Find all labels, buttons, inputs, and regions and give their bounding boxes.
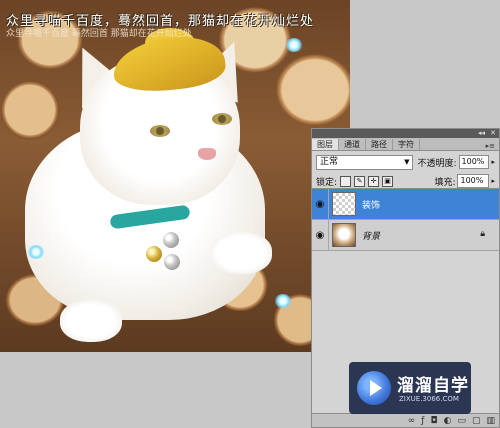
opacity-input[interactable]: 100%: [458, 155, 490, 169]
butterfly-sparkle: [285, 38, 303, 52]
layer-name: 装饰: [362, 200, 381, 211]
chevron-down-icon: ▼: [404, 157, 410, 166]
tab-layers[interactable]: 图层: [312, 139, 339, 150]
layer-row-background[interactable]: ◉ 背景 🔒︎: [312, 220, 499, 251]
lock-transparent-icon[interactable]: [340, 175, 352, 187]
lock-icon[interactable]: ▣: [382, 175, 394, 187]
opacity-dropdown-icon[interactable]: ▸: [491, 158, 495, 166]
tab-channels[interactable]: 通道: [339, 139, 366, 150]
panel-tabs: 图层 通道 路径 字符 ▸≡: [312, 138, 499, 151]
mask-icon[interactable]: ◘: [430, 416, 437, 426]
document-canvas[interactable]: 众里寻喵千百度，蓦然回首，那猫却在花开灿烂处 众里寻喵千百度 蓦然回首 那猫却在…: [0, 0, 350, 352]
fill-label: 填充:: [434, 177, 456, 188]
panel-title-bar[interactable]: ◂◂ ✕: [312, 129, 499, 138]
move-icon[interactable]: ✛: [368, 175, 380, 187]
cat-nose: [198, 148, 216, 160]
fx-icon[interactable]: ƒ: [421, 416, 424, 426]
blend-mode-select[interactable]: 正常 ▼: [316, 154, 414, 170]
cat-paw-left: [60, 300, 122, 342]
bell-gold: [146, 246, 162, 262]
layer-list: ◉ 装饰 ◉ 背景 🔒︎: [312, 188, 499, 251]
blend-mode-value: 正常: [320, 156, 339, 167]
bell-silver: [163, 232, 179, 248]
close-icon[interactable]: ✕: [490, 129, 496, 138]
cat-right-eye: [212, 113, 232, 125]
lock-fill-row: 锁定: ✎ ✛ ▣ 填充: 100% ▸: [312, 173, 499, 189]
lock-icon: 🔒︎: [480, 229, 485, 239]
layer-thumbnail: [332, 223, 356, 247]
collapse-icon[interactable]: ◂◂: [478, 129, 485, 138]
layer-thumbnail: [332, 192, 356, 216]
bell-silver-2: [164, 254, 180, 270]
blend-opacity-row: 正常 ▼ 不透明度: 100% ▸: [312, 151, 499, 173]
panel-bottom-toolbar: ∞ ƒ ◘ ◐ ▭ ▢ ▥: [312, 413, 499, 427]
fill-input[interactable]: 100%: [457, 174, 490, 188]
butterfly-sparkle: [274, 294, 292, 308]
adjustment-icon[interactable]: ◐: [444, 416, 452, 426]
cat-left-eye: [150, 125, 170, 137]
link-icon[interactable]: ∞: [408, 416, 416, 426]
trash-icon[interactable]: ▥: [486, 416, 495, 426]
layer-name: 背景: [362, 231, 381, 242]
watermark-logo: 溜溜自学 ZIXUE.3066.COM: [349, 362, 471, 414]
cat-paw-right: [210, 232, 272, 274]
play-logo-icon: [357, 371, 391, 405]
folder-icon[interactable]: ▭: [457, 416, 466, 426]
new-layer-icon[interactable]: ▢: [472, 416, 481, 426]
fill-dropdown-icon[interactable]: ▸: [491, 177, 495, 185]
tab-character[interactable]: 字符: [393, 139, 420, 150]
eye-icon[interactable]: ◉: [312, 189, 329, 219]
watermark-url: ZIXUE.3066.COM: [399, 395, 459, 403]
butterfly-sparkle: [27, 245, 45, 259]
panel-menu-icon[interactable]: ▸≡: [482, 142, 499, 150]
canvas-overlay-subtext: 众里寻喵千百度 蓦然回首 那猫却在花开灿烂处: [6, 29, 192, 39]
brush-icon[interactable]: ✎: [354, 175, 366, 187]
eye-icon[interactable]: ◉: [312, 220, 329, 250]
tab-paths[interactable]: 路径: [366, 139, 393, 150]
watermark-title: 溜溜自学: [397, 376, 469, 396]
layer-row-decoration[interactable]: ◉ 装饰: [312, 189, 499, 220]
opacity-label: 不透明度:: [417, 158, 457, 169]
lock-label: 锁定:: [316, 177, 338, 188]
